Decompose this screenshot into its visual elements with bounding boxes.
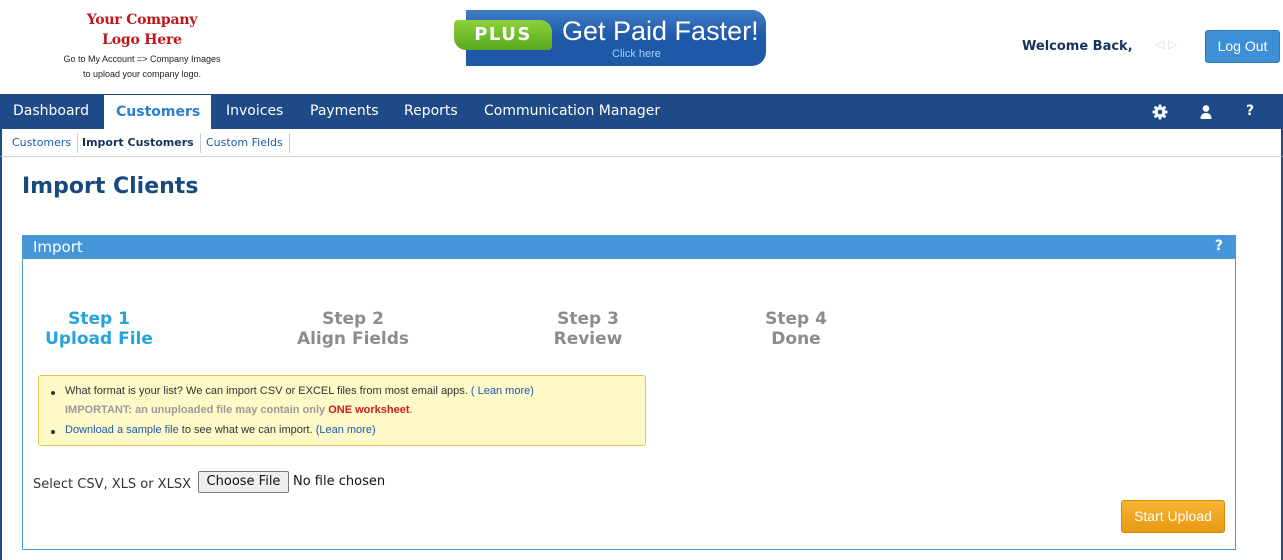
bullet bbox=[51, 391, 55, 395]
import-info-box: What format is your list? We can import … bbox=[38, 375, 646, 446]
start-upload-button[interactable]: Start Upload bbox=[1121, 500, 1225, 533]
page-title: Import Clients bbox=[22, 174, 199, 199]
important-end: . bbox=[409, 404, 413, 416]
learn-more-link[interactable]: ( Lean more) bbox=[471, 385, 534, 397]
gear-icon[interactable] bbox=[1151, 103, 1169, 121]
banner-headline: Get Paid Faster! bbox=[562, 16, 759, 46]
faint-arrows-icon: ◁ ▷ bbox=[1155, 37, 1178, 51]
header: Your Company Logo Here Go to My Account … bbox=[0, 0, 1283, 94]
logo-note-1: Go to My Account => Company Images bbox=[63, 54, 221, 64]
plus-badge: PLUS bbox=[454, 20, 552, 50]
welcome-text: Welcome Back, bbox=[1022, 39, 1133, 54]
subnav-divider bbox=[77, 133, 78, 153]
banner-cta[interactable]: Click here bbox=[612, 48, 661, 60]
sub-nav: Customers Import Customers Custom Fields bbox=[0, 129, 1283, 157]
step-2-number: Step 2 bbox=[322, 309, 384, 329]
step-4-number: Step 4 bbox=[765, 309, 827, 329]
step-4-name: Done bbox=[771, 329, 821, 349]
logout-button[interactable]: Log Out bbox=[1205, 30, 1280, 63]
subnav-customers[interactable]: Customers bbox=[12, 133, 71, 153]
step-1-name: Upload File bbox=[45, 329, 153, 349]
file-select-label: Select CSV, XLS or XLSX bbox=[33, 477, 191, 492]
nav-customers[interactable]: Customers bbox=[104, 95, 211, 129]
company-logo[interactable]: Your Company Logo Here Go to My Account … bbox=[60, 10, 224, 80]
step-3-name: Review bbox=[553, 329, 623, 349]
important-emphasis: ONE worksheet bbox=[328, 404, 410, 416]
subnav-custom-fields[interactable]: Custom Fields bbox=[206, 133, 283, 153]
nav-payments[interactable]: Payments bbox=[310, 94, 379, 129]
nav-communication-manager[interactable]: Communication Manager bbox=[484, 94, 660, 129]
step-1-number: Step 1 bbox=[68, 309, 130, 329]
user-icon[interactable] bbox=[1197, 103, 1215, 121]
file-status-text: No file chosen bbox=[293, 474, 386, 489]
subnav-divider bbox=[289, 133, 290, 153]
step-3: Step 3 Review bbox=[538, 309, 638, 349]
subnav-import-customers[interactable]: Import Customers bbox=[82, 133, 194, 153]
bullet bbox=[51, 430, 55, 434]
nav-dashboard[interactable]: Dashboard bbox=[13, 94, 89, 129]
step-2: Step 2 Align Fields bbox=[282, 309, 424, 349]
nav-reports[interactable]: Reports bbox=[404, 94, 458, 129]
step-4: Step 4 Done bbox=[746, 309, 846, 349]
logo-line-2: Logo Here bbox=[102, 32, 182, 48]
nav-invoices[interactable]: Invoices bbox=[226, 94, 283, 129]
help-icon[interactable]: ? bbox=[1246, 94, 1254, 129]
main-nav: Dashboard Customers Invoices Payments Re… bbox=[0, 94, 1283, 129]
info-sample-text: to see what we can import. bbox=[181, 424, 313, 436]
panel-title: Import bbox=[33, 238, 83, 256]
info-format-text: What format is your list? We can import … bbox=[65, 385, 468, 397]
promo-banner[interactable]: PLUS Get Paid Faster! Click here bbox=[454, 10, 766, 66]
panel-header: Import ? bbox=[23, 236, 1235, 259]
subnav-divider bbox=[200, 133, 201, 153]
choose-file-button[interactable]: Choose File bbox=[198, 471, 289, 493]
learn-more-link-2[interactable]: (Lean more) bbox=[316, 424, 376, 436]
logo-line-1: Your Company bbox=[86, 12, 198, 28]
download-sample-link[interactable]: Download a sample file bbox=[65, 424, 179, 436]
logo-note-2: to upload your company logo. bbox=[82, 69, 202, 79]
important-note: IMPORTANT: an unuploaded file may contai… bbox=[65, 404, 326, 416]
step-1: Step 1 Upload File bbox=[38, 309, 160, 349]
step-3-number: Step 3 bbox=[557, 309, 619, 329]
step-2-name: Align Fields bbox=[296, 329, 410, 349]
panel-help-icon[interactable]: ? bbox=[1215, 238, 1223, 254]
